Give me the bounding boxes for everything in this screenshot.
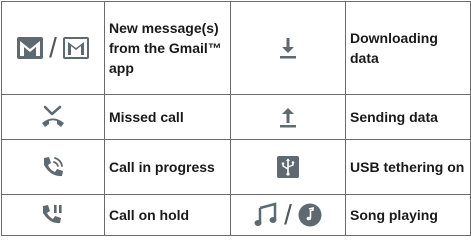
gmail-outline-icon <box>62 37 89 59</box>
status-description: Downloading data <box>345 1 471 95</box>
download-arrow-icon <box>280 38 296 59</box>
table-row: Missed call Sending data <box>1 94 471 140</box>
icon-cell <box>1 94 105 140</box>
icon-cell <box>1 194 105 236</box>
table-row: / New message(s) from the Gmail™ app Dow… <box>1 1 471 95</box>
icon-cell: / <box>1 1 105 95</box>
table-row: Call in progress USB tethering on <box>1 139 471 195</box>
table-row: Call on hold / Song playing <box>1 194 471 236</box>
status-icons-table: / New message(s) from the Gmail™ app Dow… <box>1 1 471 236</box>
status-description: Call in progress <box>104 139 231 195</box>
status-description: Call on hold <box>104 194 231 236</box>
gmail-icon <box>17 37 44 59</box>
icon-cell <box>230 94 346 140</box>
usb-tethering-icon <box>277 156 299 179</box>
missed-call-icon <box>42 105 64 127</box>
separator-slash: / <box>49 32 57 63</box>
status-description: Song playing <box>345 194 471 236</box>
separator-slash: / <box>284 199 292 230</box>
music-disc-icon <box>298 203 322 227</box>
status-description: USB tethering on <box>345 139 471 195</box>
icon-cell: / <box>230 194 346 236</box>
upload-arrow-icon <box>280 108 296 128</box>
icon-cell <box>1 139 105 195</box>
music-note-icon <box>254 202 277 226</box>
status-description: Missed call <box>104 94 231 140</box>
call-on-hold-icon <box>43 205 62 224</box>
status-description: Sending data <box>345 94 471 140</box>
icon-cell <box>230 1 346 95</box>
status-description: New message(s) from the Gmail™ app <box>104 1 231 95</box>
call-in-progress-icon <box>44 157 63 177</box>
icon-cell <box>230 139 346 195</box>
